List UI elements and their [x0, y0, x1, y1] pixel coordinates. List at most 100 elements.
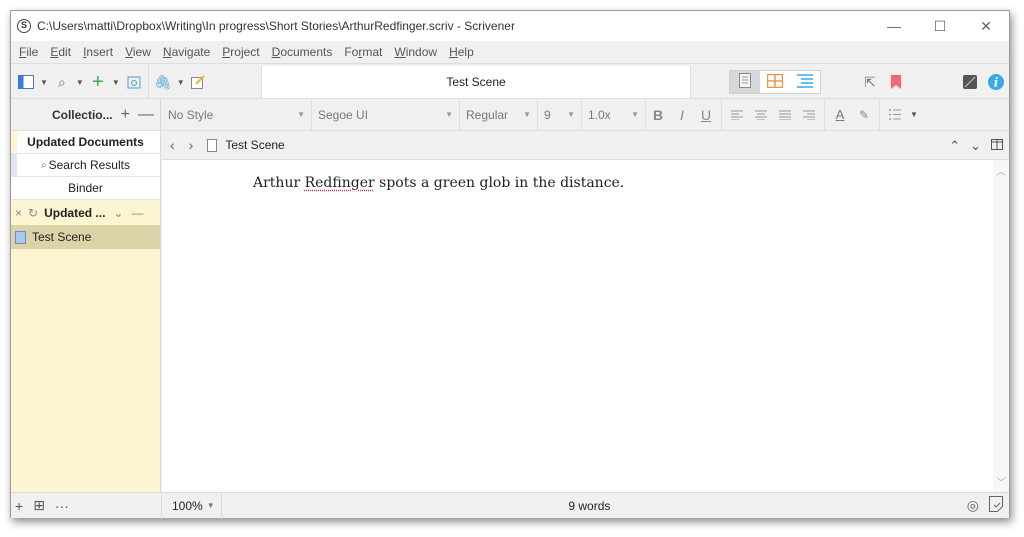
main-toolbar: ▼ ⌕ ▼ + ▼ 🖇 ▼ Test Scene ⇱ i — [11, 63, 1009, 100]
font-weight-select[interactable]: Regular ▼ — [460, 98, 538, 131]
binder-panel: Collectio... + — Updated Documents ⌕ Sea… — [11, 99, 161, 492]
scrivener-logo-icon: S — [17, 19, 31, 33]
align-center-icon[interactable] — [749, 107, 773, 123]
align-justify-icon[interactable] — [773, 107, 797, 123]
align-left-icon[interactable] — [725, 107, 749, 123]
list-menu-caret-icon[interactable]: ▼ — [910, 110, 918, 119]
search-icon: ⌕ — [41, 159, 47, 171]
collections-title: Collectio... — [51, 107, 113, 122]
list-icon[interactable] — [883, 107, 907, 123]
collection-name: Updated ... — [44, 205, 106, 220]
chevron-down-icon: ▼ — [297, 110, 305, 119]
add-item-button[interactable]: + — [15, 498, 23, 514]
bold-button[interactable]: B — [646, 107, 670, 123]
menu-edit[interactable]: Edit — [44, 45, 77, 59]
more-options-button[interactable]: ··· — [55, 498, 69, 514]
add-menu-caret-icon[interactable]: ▼ — [112, 78, 120, 87]
text-color-icon[interactable]: A — [828, 107, 852, 122]
font-select[interactable]: Segoe UI ▼ — [312, 98, 460, 131]
menu-project[interactable]: Project — [216, 45, 265, 59]
font-size-select[interactable]: 9 ▼ — [538, 98, 582, 131]
info-icon[interactable]: i — [987, 73, 1005, 91]
zoom-select[interactable]: 100% ▼ — [162, 492, 222, 519]
format-bar: No Style ▼ Segoe UI ▼ Regular ▼ 9 ▼ 1.0x ▼ B … — [162, 98, 1009, 131]
text-editor[interactable]: Arthur Redfinger spots a green glob in t… — [162, 160, 993, 492]
document-checklist-icon[interactable] — [989, 496, 1003, 515]
menu-help[interactable]: Help — [443, 45, 480, 59]
trash-icon[interactable] — [125, 73, 143, 91]
add-folder-button[interactable]: ⊞ — [33, 497, 45, 514]
align-right-icon[interactable] — [797, 107, 821, 123]
next-document-button[interactable]: ⌄ — [970, 138, 981, 154]
word-count: 9 words — [568, 498, 611, 513]
editor-scrollbar[interactable]: ︿ ﹀ — [993, 160, 1009, 492]
misspelled-word[interactable]: Redfinger — [305, 175, 375, 191]
add-collection-button[interactable]: + — [121, 106, 130, 124]
bookmark-icon[interactable] — [887, 73, 905, 91]
attachment-menu-caret-icon[interactable]: ▼ — [177, 78, 185, 87]
chevron-down-icon: ▼ — [631, 110, 639, 119]
scrivener-window: S C:\Users\matti\Dropbox\Writing\In prog… — [10, 10, 1010, 519]
inspector-image-icon[interactable] — [961, 73, 979, 91]
search-menu-caret-icon[interactable]: ▼ — [76, 78, 84, 87]
window-title: C:\Users\matti\Dropbox\Writing\In progre… — [37, 19, 515, 33]
collapse-icon[interactable]: — — [131, 206, 143, 220]
binder-menu-caret-icon[interactable]: ▼ — [40, 78, 48, 87]
menu-documents[interactable]: Documents — [266, 45, 339, 59]
chevron-down-icon: ▼ — [567, 110, 575, 119]
tab-updated-documents[interactable]: Updated Documents — [11, 131, 160, 154]
scrivenings-view-button[interactable] — [730, 71, 760, 93]
back-button[interactable]: ‹ — [170, 137, 175, 153]
collection-bar: × ↻ Updated ... ⌄ — — [11, 200, 160, 225]
title-bar: S C:\Users\matti\Dropbox\Writing\In prog… — [11, 11, 1009, 41]
scroll-down-icon[interactable]: ﹀ — [993, 474, 1009, 489]
minimize-button[interactable]: — — [871, 11, 917, 41]
underline-button[interactable]: U — [694, 107, 718, 123]
target-icon[interactable]: ◎ — [967, 497, 979, 514]
edit-note-icon[interactable] — [190, 73, 208, 91]
editor-document-title[interactable]: Test Scene — [225, 138, 284, 152]
collections-header: Collectio... + — — [11, 99, 160, 131]
binder-item[interactable]: Test Scene — [11, 225, 160, 249]
highlight-icon[interactable]: ✎ — [852, 108, 876, 122]
editor-header: ‹ › Test Scene ⌃ ⌄ — [162, 131, 1009, 160]
menu-file[interactable]: File — [13, 45, 44, 59]
tab-binder[interactable]: Binder — [11, 177, 160, 200]
chevron-down-icon: ▼ — [445, 110, 453, 119]
scroll-up-icon[interactable]: ︿ — [993, 163, 1009, 178]
split-editor-icon[interactable] — [991, 138, 1003, 153]
corkboard-icon — [766, 73, 784, 91]
svg-text:i: i — [994, 76, 999, 90]
attachment-icon[interactable]: 🖇 — [154, 73, 172, 91]
outliner-view-button[interactable] — [790, 71, 820, 93]
menu-view[interactable]: View — [119, 45, 157, 59]
search-icon[interactable]: ⌕ — [53, 73, 71, 91]
close-button[interactable]: ✕ — [963, 11, 1009, 41]
menu-window[interactable]: Window — [388, 45, 443, 59]
previous-document-button[interactable]: ⌃ — [949, 138, 960, 154]
editor-paragraph[interactable]: Arthur Redfinger spots a green glob in t… — [253, 175, 624, 191]
italic-button[interactable]: I — [670, 107, 694, 123]
document-icon — [207, 138, 218, 152]
style-select[interactable]: No Style ▼ — [162, 98, 312, 131]
forward-button[interactable]: › — [189, 137, 194, 153]
corkboard-view-button[interactable] — [760, 71, 790, 93]
close-collection-icon[interactable]: × — [15, 206, 22, 220]
maximize-button[interactable]: ☐ — [917, 11, 963, 41]
line-spacing-select[interactable]: 1.0x ▼ — [582, 98, 646, 131]
chevron-down-icon: ▼ — [206, 501, 215, 510]
share-icon[interactable]: ⇱ — [861, 73, 879, 91]
add-icon[interactable]: + — [89, 71, 107, 93]
menu-format[interactable]: Format — [338, 45, 388, 59]
remove-collection-button[interactable]: — — [138, 106, 154, 124]
tab-search-results[interactable]: ⌕ Search Results — [11, 154, 160, 177]
refresh-icon[interactable]: ↻ — [28, 206, 38, 220]
menu-bar: File Edit Insert View Navigate Project D… — [11, 41, 1009, 63]
menu-insert[interactable]: Insert — [77, 45, 119, 59]
menu-navigate[interactable]: Navigate — [157, 45, 216, 59]
binder-toggle-icon[interactable] — [17, 73, 35, 91]
scrivenings-icon — [739, 73, 751, 91]
view-mode-group — [729, 70, 821, 94]
document-title-field[interactable]: Test Scene — [261, 66, 691, 98]
chevron-down-icon[interactable]: ⌄ — [113, 206, 123, 220]
